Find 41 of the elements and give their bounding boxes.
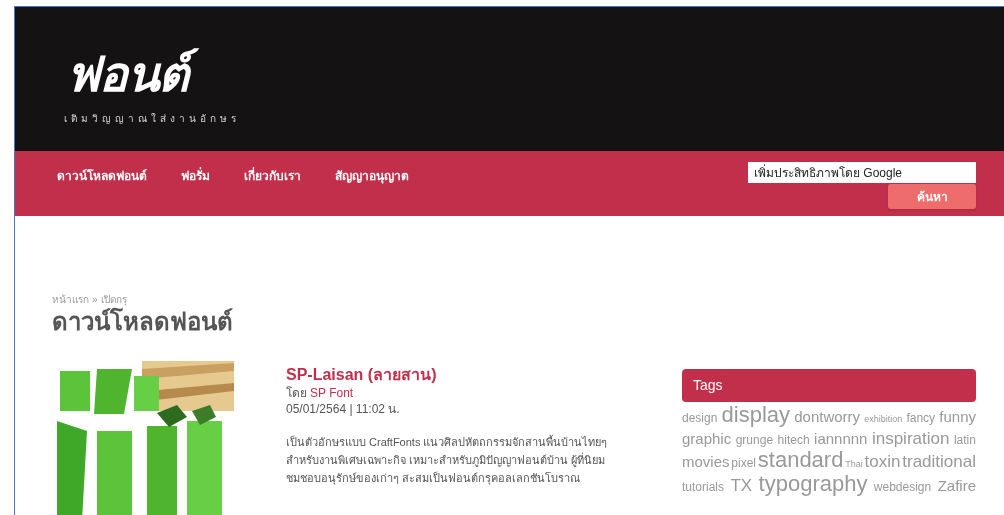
breadcrumb-link[interactable]: เปิดกรุ [100,292,127,307]
tag-link[interactable]: fancy [906,408,936,428]
tag-link[interactable]: Thai [845,454,863,474]
tag-link[interactable]: display [721,405,791,425]
nav-link[interactable]: เกี่ยวกับเรา [244,167,301,185]
post-description: เป็นตัวอักษรแบบ CraftFonts แนวศิลปหัตถกรรมจักสานพื้นบ้านไทยๆ สำหรับงานพิเศษเฉพาะกิจ เหมาะสำหรับภูมิปัญญาฟอนต์บ้าน ผู้ที่นิยมชมชอบอนุรักษ์ของเก่าๆ สะสมเป็นฟอนต์กรุคอลเลกชันโบราณ [286,434,609,487]
author-link[interactable]: SP Font [310,385,354,401]
breadcrumb-link[interactable]: หน้าแรก [52,292,89,307]
tag-link[interactable]: tutorials [682,477,725,497]
tag-link[interactable]: pixel [731,453,756,473]
tag-link[interactable]: dontworry [794,407,861,427]
tag-link[interactable]: latin [953,430,976,450]
tags-header: Tags [682,369,976,402]
nav-link[interactable]: ดาวน์โหลดฟอนต์ [57,167,147,185]
search-button[interactable]: ค้นหา [888,184,976,209]
nav-link[interactable]: ฟอรั่ม [181,167,210,185]
author-label: โดย [286,385,307,401]
tag-link[interactable]: exhibition [864,409,903,429]
tag-link[interactable]: hitech [777,430,810,450]
tag-link[interactable]: grunge [735,430,774,450]
tag-link[interactable]: traditional [902,452,976,472]
breadcrumb-separator: » [92,293,98,307]
tag-link[interactable]: inspiration [871,429,950,449]
page-title: ดาวน์โหลดฟอนต์ [52,307,233,337]
tag-link[interactable]: design [682,408,718,428]
tag-link[interactable]: typography [758,474,868,494]
tag-link[interactable]: Zafire [937,476,976,496]
tag-link[interactable]: funny [939,407,976,427]
search-field[interactable]: เพิ่มประสิทธิภาพโดย Google [748,162,976,183]
tag-link[interactable]: toxin [864,452,901,472]
tag-link[interactable]: iannnnn [814,429,868,449]
tag-link[interactable]: graphic [682,429,732,449]
post-title[interactable]: SP-Laisan (ลายสาน) [286,365,437,385]
tag-link[interactable]: standard [757,450,844,470]
tag-link[interactable]: webdesign [873,477,932,497]
logo-wordmark[interactable]: ฟอนต์ [64,40,199,107]
logo-tagline: เติมวิญญาณใส่งานอักษร [64,111,240,126]
nav-link[interactable]: สัญญาอนุญาต [335,167,409,185]
tag-link[interactable]: TX [730,476,753,496]
post-date: 05/01/2564 | 11:02 น. [286,401,400,417]
tag-link[interactable]: movies [682,452,730,472]
